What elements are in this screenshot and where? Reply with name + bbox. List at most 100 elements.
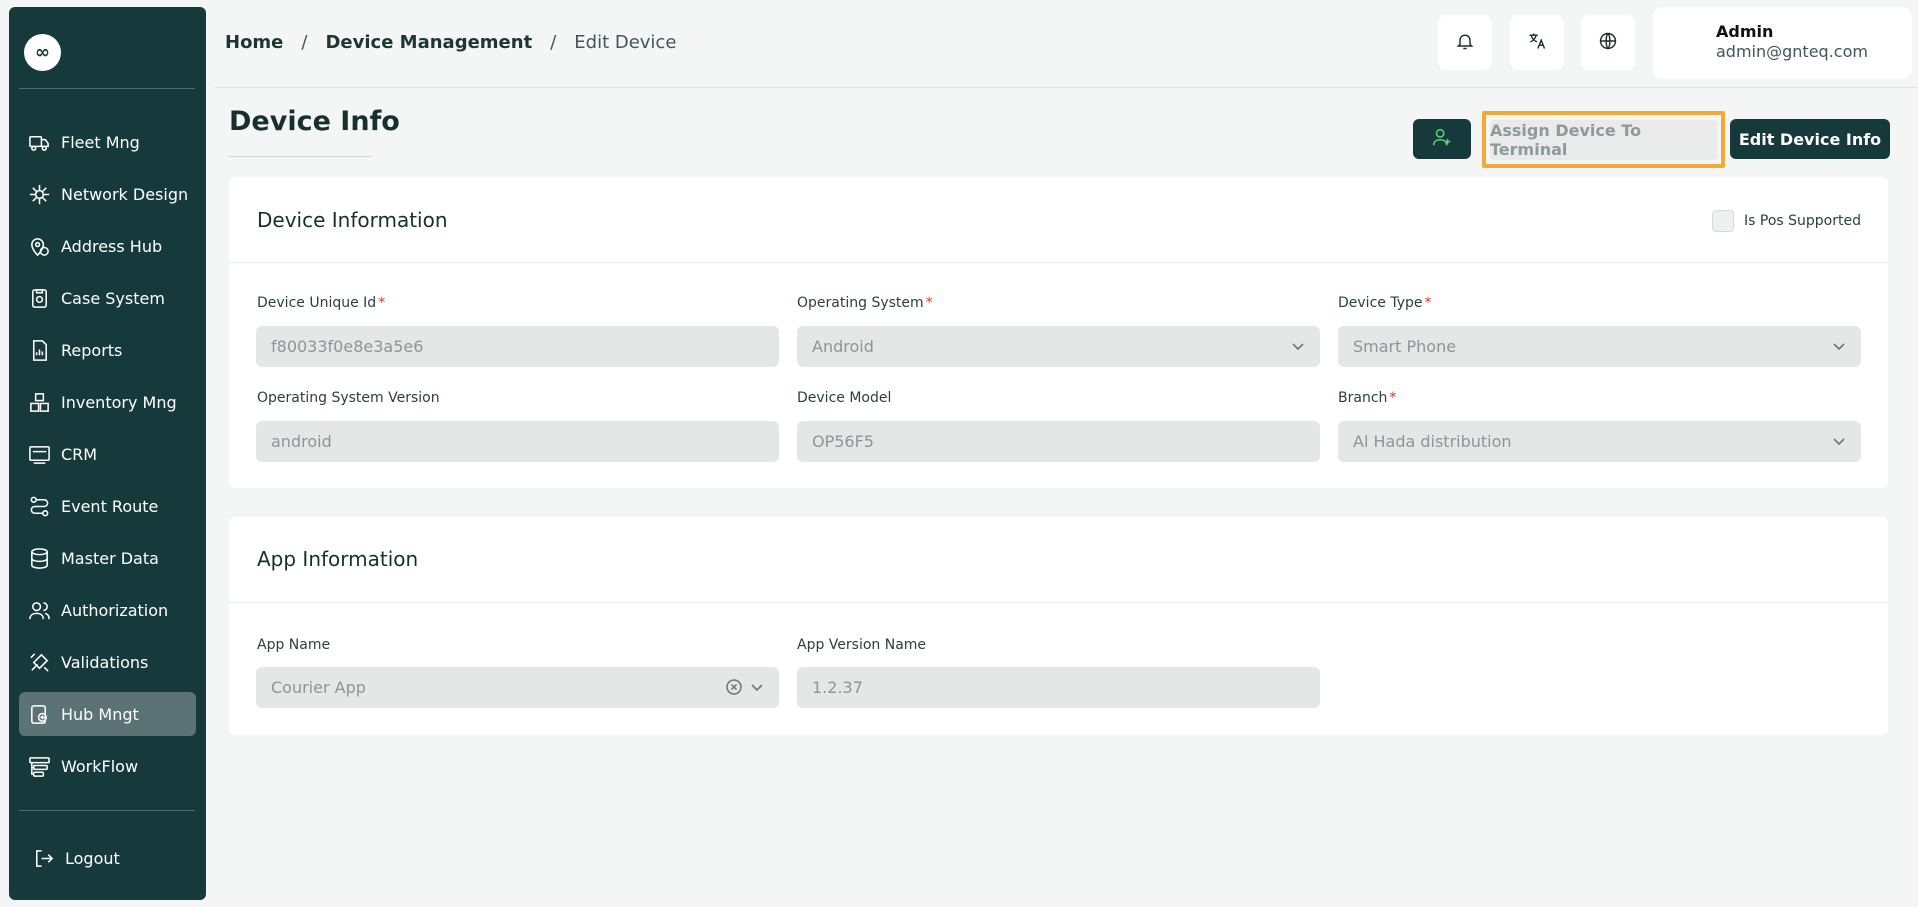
breadcrumb-edit-device: Edit Device xyxy=(574,32,677,53)
sidebar-item-label: Address Hub xyxy=(61,236,163,256)
user-profile-card[interactable]: Admin admin@gnteq.com xyxy=(1653,7,1912,79)
user-name: Admin xyxy=(1716,22,1774,41)
chevron-down-icon xyxy=(1290,338,1306,354)
route-icon xyxy=(27,494,51,518)
operating-system-label: Operating System * xyxy=(797,295,933,311)
breadcrumb-separator: / xyxy=(550,32,557,53)
workflow-icon xyxy=(27,754,51,778)
report-icon xyxy=(27,338,51,362)
label-text: Operating System Version xyxy=(257,390,440,406)
label-text: Operating System xyxy=(797,295,924,311)
sidebar-item-label: Network Design xyxy=(61,184,189,204)
sidebar-item-label: Inventory Mng xyxy=(61,392,177,412)
crm-icon xyxy=(27,442,51,466)
network-icon xyxy=(27,182,51,206)
inventory-icon xyxy=(27,390,51,414)
required-mark: * xyxy=(1424,295,1432,311)
sidebar-item-reports[interactable]: Reports xyxy=(19,328,196,372)
operating-system-select[interactable]: Android xyxy=(797,326,1320,367)
sidebar-item-hub-mngt[interactable]: Hub Mngt xyxy=(19,692,196,736)
device-unique-id-label: Device Unique Id * xyxy=(257,295,385,311)
label-text: Device Type xyxy=(1338,295,1423,311)
sidebar-item-label: CRM xyxy=(61,444,98,464)
assign-device-highlight: Assign Device To Terminal xyxy=(1482,111,1725,168)
assign-user-button[interactable] xyxy=(1413,119,1471,159)
notifications-button[interactable] xyxy=(1438,15,1492,70)
sidebar-item-address-hub[interactable]: Address Hub xyxy=(19,224,196,268)
required-mark: * xyxy=(925,295,933,311)
app-name-select[interactable]: Courier App xyxy=(256,667,779,708)
branch-select[interactable]: Al Hada distribution xyxy=(1338,421,1861,462)
device-model-field[interactable]: OP56F5 xyxy=(797,421,1320,462)
sidebar-item-crm[interactable]: CRM xyxy=(19,432,196,476)
case-icon xyxy=(27,286,51,310)
database-icon xyxy=(27,546,51,570)
card-divider xyxy=(229,602,1888,603)
chevron-down-icon xyxy=(749,679,765,695)
app-logo[interactable]: ∞ xyxy=(24,34,61,71)
edit-device-info-button[interactable]: Edit Device Info xyxy=(1730,119,1890,159)
label-text: Branch xyxy=(1338,390,1388,406)
pos-supported-label: Is Pos Supported xyxy=(1744,213,1861,229)
label-text: App Version Name xyxy=(797,637,927,653)
field-value: f80033f0e8e3a5e6 xyxy=(271,337,424,356)
os-version-field[interactable]: android xyxy=(256,421,779,462)
field-value: Android xyxy=(812,337,874,356)
device-unique-id-field[interactable]: f80033f0e8e3a5e6 xyxy=(256,326,779,367)
hub-icon xyxy=(27,702,51,726)
app-name-label: App Name xyxy=(257,637,330,653)
sidebar-item-label: Reports xyxy=(61,340,123,360)
top-header: Home / Device Management / Edit Device A… xyxy=(215,0,1918,88)
sidebar-item-master-data[interactable]: Master Data xyxy=(19,536,196,580)
sidebar-item-case-system[interactable]: Case System xyxy=(19,276,196,320)
sidebar-item-inventory-mng[interactable]: Inventory Mng xyxy=(19,380,196,424)
user-plus-icon xyxy=(1431,126,1453,152)
translate-button[interactable] xyxy=(1510,15,1564,70)
checkbox-box[interactable] xyxy=(1712,210,1735,232)
sidebar-item-event-route[interactable]: Event Route xyxy=(19,484,196,528)
sidebar-item-network-design[interactable]: Network Design xyxy=(19,172,196,216)
breadcrumb-home[interactable]: Home xyxy=(225,32,283,53)
users-icon xyxy=(27,598,51,622)
required-mark: * xyxy=(378,295,386,311)
truck-icon xyxy=(27,130,51,154)
app-version-label: App Version Name xyxy=(797,637,926,653)
device-model-label: Device Model xyxy=(797,390,891,406)
breadcrumb: Home / Device Management / Edit Device xyxy=(225,32,676,53)
user-email: admin@gnteq.com xyxy=(1716,42,1868,61)
device-information-title: Device Information xyxy=(257,208,448,232)
sidebar-item-authorization[interactable]: Authorization xyxy=(19,588,196,632)
field-value: OP56F5 xyxy=(812,432,874,451)
pos-supported-checkbox[interactable]: Is Pos Supported xyxy=(1712,210,1861,232)
field-value: android xyxy=(271,432,332,451)
required-mark: * xyxy=(1389,390,1397,406)
sidebar-item-validations[interactable]: Validations xyxy=(19,640,196,684)
clear-icon[interactable] xyxy=(725,678,743,696)
chevron-down-icon xyxy=(1831,433,1847,449)
sidebar-item-label: Master Data xyxy=(61,548,159,568)
breadcrumb-separator: / xyxy=(301,32,308,53)
map-pin-icon xyxy=(27,234,51,258)
sidebar-divider xyxy=(19,810,195,811)
language-button[interactable] xyxy=(1581,15,1635,70)
sidebar-item-label: WorkFlow xyxy=(61,756,139,776)
logout-button[interactable]: Logout xyxy=(9,836,206,880)
field-value: 1.2.37 xyxy=(812,678,863,697)
sidebar-item-workflow[interactable]: WorkFlow xyxy=(19,744,196,788)
app-version-field[interactable]: 1.2.37 xyxy=(797,667,1320,708)
card-divider xyxy=(229,262,1888,263)
device-type-select[interactable]: Smart Phone xyxy=(1338,326,1861,367)
validation-icon xyxy=(27,650,51,674)
sidebar-item-fleet-mng[interactable]: Fleet Mng xyxy=(19,120,196,164)
assign-device-to-terminal-button[interactable]: Assign Device To Terminal xyxy=(1490,119,1717,160)
breadcrumb-device-management[interactable]: Device Management xyxy=(325,32,532,53)
label-text: Device Unique Id xyxy=(257,295,377,311)
page-title: Device Info xyxy=(229,106,400,137)
sidebar-item-label: Fleet Mng xyxy=(61,132,140,152)
device-information-card: Device Information Is Pos Supported Devi… xyxy=(229,177,1888,488)
field-value: Courier App xyxy=(271,678,366,697)
app-information-title: App Information xyxy=(257,547,419,571)
bell-icon xyxy=(1455,31,1475,55)
globe-icon xyxy=(1598,31,1618,55)
logout-label: Logout xyxy=(65,848,120,868)
